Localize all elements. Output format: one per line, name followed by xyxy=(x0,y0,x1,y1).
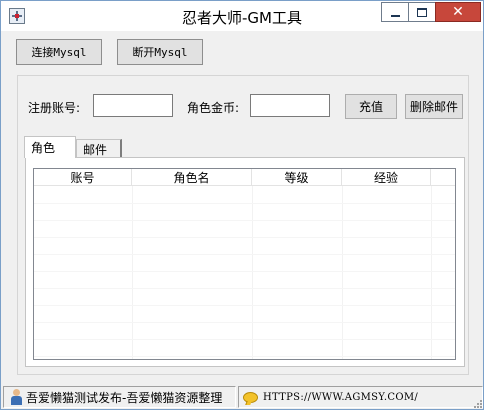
grid-row-line xyxy=(34,220,455,221)
tab-mail[interactable]: 邮件 xyxy=(76,139,122,159)
title-bar[interactable]: 忍者大师-GM工具 ✕ xyxy=(1,1,483,31)
maximize-button[interactable] xyxy=(408,2,435,22)
recharge-button[interactable]: 充值 xyxy=(345,94,397,119)
grid-divider xyxy=(342,186,343,359)
grid-row-line xyxy=(34,203,455,204)
account-label: 注册账号: xyxy=(28,101,81,115)
column-header-experience[interactable]: 经验 xyxy=(342,169,431,186)
close-icon: ✕ xyxy=(452,4,464,20)
minimize-icon xyxy=(390,15,400,17)
connect-mysql-button[interactable]: 连接Mysql xyxy=(16,39,102,65)
role-tab-panel: 账号 角色名 等级 经验 xyxy=(25,157,465,367)
role-list[interactable]: 账号 角色名 等级 经验 xyxy=(33,168,456,360)
list-header: 账号 角色名 等级 经验 xyxy=(34,169,455,186)
main-group: 注册账号: 角色金币: 充值 删除邮件 角色 邮件 账号 角色名 等级 经验 xyxy=(17,75,469,375)
grid-row-line xyxy=(34,254,455,255)
column-header-role-name[interactable]: 角色名 xyxy=(132,169,252,186)
grid-row-line xyxy=(34,305,455,306)
status-panel-left: 吾爱懒猫测试发布-吾爱懒猫资源整理 xyxy=(3,386,236,408)
minimize-button[interactable] xyxy=(381,2,408,22)
resize-grip-icon[interactable] xyxy=(471,397,483,409)
grid-row-line xyxy=(34,237,455,238)
grid-divider xyxy=(431,186,432,359)
gold-label: 角色金币: xyxy=(187,101,240,115)
status-url-text[interactable]: HTTPS://WWW.AGMSY.COM/ xyxy=(263,392,418,403)
disconnect-mysql-button[interactable]: 断开Mysql xyxy=(117,39,203,65)
tab-role[interactable]: 角色 xyxy=(24,136,76,158)
grid-row-line xyxy=(34,288,455,289)
maximize-icon xyxy=(417,7,427,17)
grid-row-line xyxy=(34,271,455,272)
status-panel-right: HTTPS://WWW.AGMSY.COM/ xyxy=(238,386,483,408)
grid-divider xyxy=(132,186,133,359)
app-window: 忍者大师-GM工具 ✕ 连接Mysql 断开Mysql 注册账号: 角色金币: … xyxy=(0,0,484,410)
column-header-level[interactable]: 等级 xyxy=(252,169,342,186)
grid-divider xyxy=(252,186,253,359)
grid-row-line xyxy=(34,339,455,340)
status-left-text: 吾爱懒猫测试发布-吾爱懒猫资源整理 xyxy=(26,390,223,405)
chat-icon xyxy=(243,391,258,403)
gold-input[interactable] xyxy=(250,94,330,117)
column-header-filler xyxy=(431,169,455,186)
person-icon xyxy=(10,389,22,405)
grid-row-line xyxy=(34,356,455,357)
grid-row-line xyxy=(34,322,455,323)
delete-mail-button[interactable]: 删除邮件 xyxy=(405,94,463,119)
status-bar: 吾爱懒猫测试发布-吾爱懒猫资源整理 HTTPS://WWW.AGMSY.COM/ xyxy=(1,386,483,409)
column-header-account[interactable]: 账号 xyxy=(34,169,132,186)
close-button[interactable]: ✕ xyxy=(435,2,481,22)
account-input[interactable] xyxy=(93,94,173,117)
